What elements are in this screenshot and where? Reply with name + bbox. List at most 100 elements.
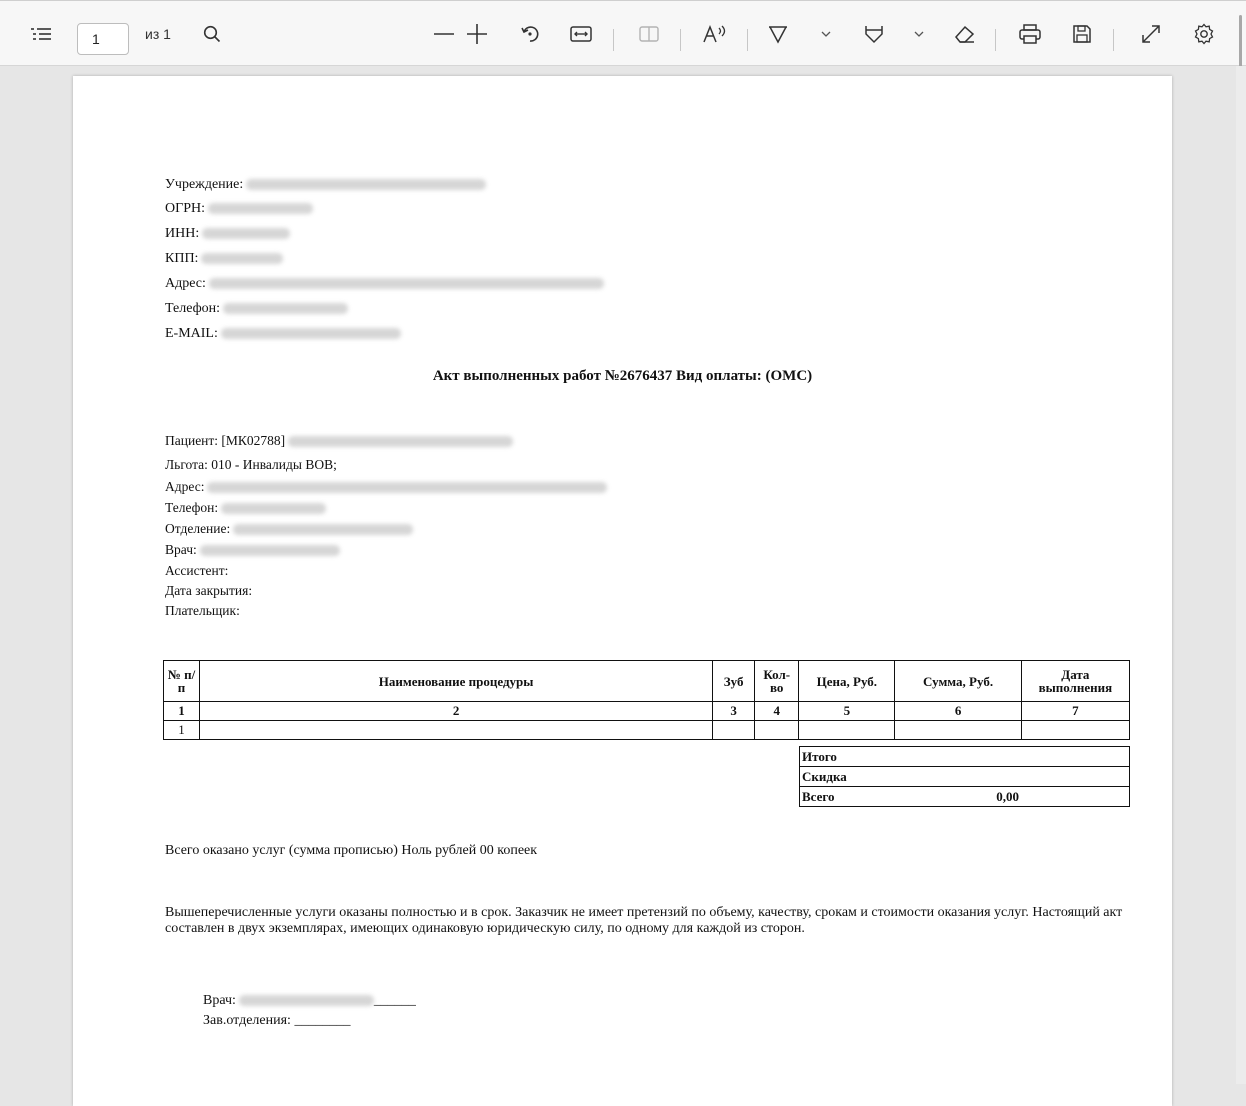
table-header-row: № п/п Наименование процедуры Зуб Кол-во … <box>162 660 1131 702</box>
rotate-icon[interactable] <box>516 1 544 67</box>
column-number: 4 <box>754 701 800 721</box>
patient-address-label: Адрес: <box>165 479 205 494</box>
redacted-value <box>199 545 340 557</box>
doctor-line: Врач: <box>165 542 340 558</box>
zoom-in-icon[interactable] <box>463 1 491 67</box>
payer-line: Плательщик: <box>165 603 240 618</box>
closing-date-line: Дата закрытия: <box>165 583 253 598</box>
chevron-down-icon[interactable] <box>909 1 929 67</box>
org-email-line: E-MAIL: <box>165 326 401 342</box>
toolbar-divider <box>680 29 681 51</box>
toolbar-divider <box>747 29 748 51</box>
column-number: 3 <box>712 701 756 721</box>
pdf-toolbar: 1 из 1 <box>0 0 1246 75</box>
page-count: из 1 <box>145 26 171 42</box>
fullscreen-icon[interactable] <box>1137 1 1165 67</box>
patient-label: Пациент: [МК02788] <box>165 433 286 448</box>
totals-table: Итого Скидка Всего 0,00 <box>799 746 1130 807</box>
act-title: Акт выполненных работ №2676437 Вид оплат… <box>432 368 813 384</box>
print-icon[interactable] <box>1016 1 1044 67</box>
zoom-out-icon[interactable] <box>430 1 458 67</box>
column-number: 5 <box>798 701 896 721</box>
patient-line: Пациент: [МК02788] <box>165 433 514 449</box>
settings-gear-icon[interactable] <box>1190 1 1218 67</box>
table-row: 1 <box>162 720 1131 740</box>
org-phone-label: Телефон: <box>165 301 221 316</box>
column-number: 6 <box>894 701 1022 721</box>
save-icon[interactable] <box>1068 1 1096 67</box>
column-header: Дата выполнения <box>1020 660 1131 702</box>
redacted-value <box>208 278 604 290</box>
chevron-down-icon[interactable] <box>816 1 836 67</box>
column-header: № п/п <box>162 660 201 702</box>
column-header: Цена, Руб. <box>798 660 896 702</box>
subtotal-value <box>924 746 1130 767</box>
column-number: 1 <box>162 701 201 721</box>
table-cell <box>1020 720 1131 740</box>
eraser-icon[interactable] <box>950 1 978 67</box>
patient-phone-line: Телефон: <box>165 500 327 516</box>
table-of-contents-icon[interactable] <box>24 1 58 67</box>
draw-icon[interactable] <box>860 1 888 67</box>
org-phone-line: Телефон: <box>165 301 349 317</box>
page-number-input[interactable]: 1 <box>77 23 129 55</box>
redacted-value <box>221 503 327 515</box>
redacted-value <box>223 303 349 315</box>
inn-label: ИНН: <box>165 226 200 241</box>
redacted-value <box>201 253 284 265</box>
department-line: Отделение: <box>165 521 414 537</box>
column-header: Зуб <box>712 660 756 702</box>
document-page: Учреждение: ОГРН: ИНН: КПП: Адрес: Телеф… <box>73 76 1172 1106</box>
table-cell <box>199 720 714 740</box>
page-view-icon[interactable] <box>635 1 663 67</box>
signature-underline: ________ <box>294 1013 351 1028</box>
search-icon[interactable] <box>198 1 226 67</box>
subtotal-row: Итого <box>799 746 1130 767</box>
table-cell: 1 <box>162 720 201 740</box>
toolbar-divider <box>995 29 996 51</box>
fit-width-icon[interactable] <box>567 1 595 67</box>
department-label: Отделение: <box>165 521 231 536</box>
doctor-signature-label: Врач: <box>203 993 236 1008</box>
patient-phone-label: Телефон: <box>165 500 219 515</box>
assistant-line: Ассистент: <box>165 563 229 578</box>
table-cell <box>754 720 800 740</box>
inn-line: ИНН: <box>165 226 291 242</box>
patient-address-line: Адрес: <box>165 479 608 495</box>
head-signature-line: Зав.отделения: ________ <box>203 1013 350 1029</box>
redacted-value <box>220 328 401 340</box>
grand-total-row: Всего 0,00 <box>799 786 1130 807</box>
highlight-icon[interactable] <box>764 1 792 67</box>
redacted-value <box>233 524 414 536</box>
redacted-value <box>202 228 291 240</box>
org-email-label: E-MAIL: <box>165 326 218 341</box>
institution-line: Учреждение: <box>165 177 487 193</box>
table-cell <box>798 720 896 740</box>
kpp-label: КПП: <box>165 251 199 266</box>
column-header: Сумма, Руб. <box>894 660 1022 702</box>
read-aloud-icon[interactable] <box>700 1 730 67</box>
redacted-value <box>207 482 608 494</box>
column-header: Кол-во <box>754 660 800 702</box>
ogrn-line: ОГРН: <box>165 201 313 217</box>
column-number: 2 <box>199 701 714 721</box>
institution-label: Учреждение: <box>165 177 244 192</box>
discount-label: Скидка <box>799 766 924 787</box>
subtotal-label: Итого <box>799 746 924 767</box>
ogrn-label: ОГРН: <box>165 201 205 216</box>
discount-row: Скидка <box>799 766 1130 787</box>
redacted-value <box>288 436 514 448</box>
vertical-scrollbar[interactable] <box>1236 66 1246 1084</box>
total-value: 0,00 <box>924 786 1130 807</box>
table-cell <box>712 720 756 740</box>
column-number: 7 <box>1020 701 1131 721</box>
org-address-label: Адрес: <box>165 276 206 291</box>
table-cell <box>894 720 1022 740</box>
procedures-table: № п/п Наименование процедуры Зуб Кол-во … <box>162 660 1131 740</box>
service-statement: Вышеперечисленные услуги оказаны полност… <box>165 905 1123 936</box>
doctor-signature-line: Врач: ______ <box>203 993 416 1009</box>
toolbar-divider <box>1113 29 1114 51</box>
sum-in-words: Всего оказано услуг (сумма прописью) Нол… <box>165 843 538 858</box>
discount-value <box>924 766 1130 787</box>
column-header: Наименование процедуры <box>199 660 714 702</box>
